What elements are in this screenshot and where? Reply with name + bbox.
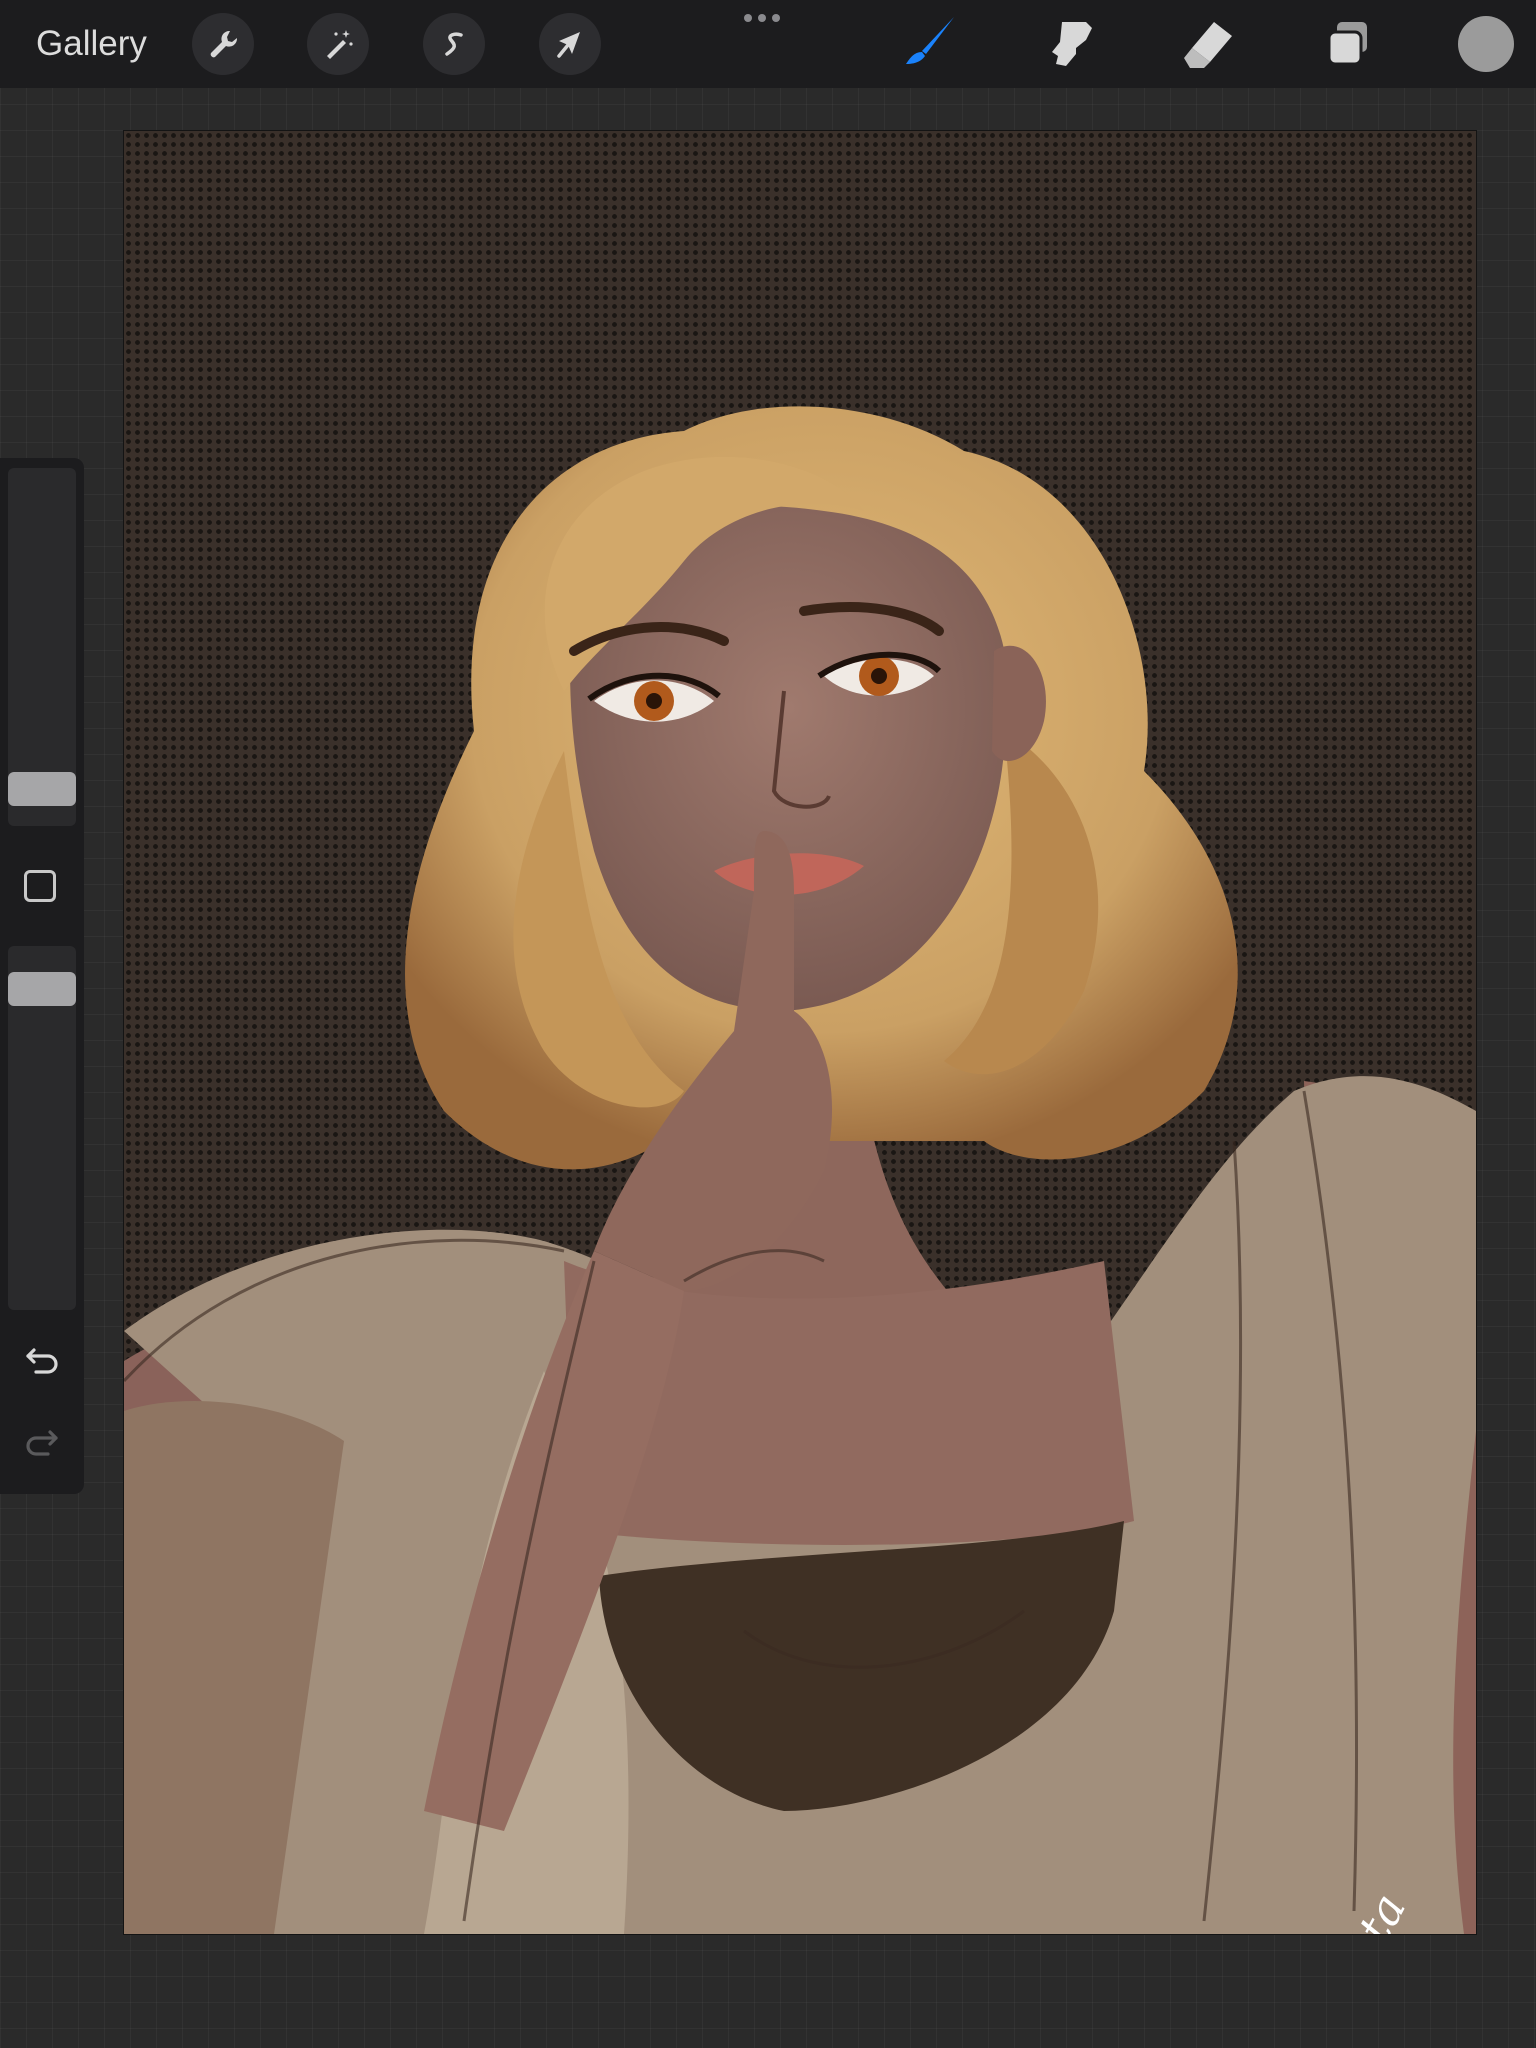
wrench-icon — [210, 30, 238, 58]
adjustments-button[interactable] — [307, 13, 369, 75]
redo-button[interactable] — [20, 1420, 64, 1464]
gallery-button[interactable]: Gallery — [36, 20, 147, 68]
arrow-cursor-icon — [557, 32, 580, 58]
layers-icon — [1327, 22, 1367, 66]
opacity-handle[interactable] — [8, 972, 76, 1006]
drawing-canvas[interactable]: Sintuinta — [124, 131, 1476, 1934]
undo-icon — [26, 1348, 58, 1374]
top-toolbar: Gallery — [0, 0, 1536, 88]
window-grip[interactable] — [744, 14, 780, 22]
smudge-button[interactable] — [1036, 12, 1100, 76]
redo-icon — [26, 1430, 58, 1456]
eraser-button[interactable] — [1176, 12, 1240, 76]
left-sidebar — [0, 458, 84, 1494]
brush-button[interactable] — [896, 12, 960, 76]
eraser-icon — [1184, 22, 1232, 68]
brush-size-handle[interactable] — [8, 772, 76, 806]
actions-button[interactable] — [192, 13, 254, 75]
brush-icon — [906, 17, 954, 64]
transform-button[interactable] — [539, 13, 601, 75]
undo-button[interactable] — [20, 1338, 64, 1382]
selection-button[interactable] — [423, 13, 485, 75]
modify-button[interactable] — [24, 870, 56, 902]
portrait-artwork — [124, 406, 1476, 1934]
selection-s-icon — [445, 32, 463, 56]
color-picker-swatch[interactable] — [1458, 16, 1514, 72]
layers-button[interactable] — [1316, 12, 1380, 76]
smudge-finger-icon — [1052, 22, 1092, 66]
magic-wand-icon — [327, 30, 353, 59]
